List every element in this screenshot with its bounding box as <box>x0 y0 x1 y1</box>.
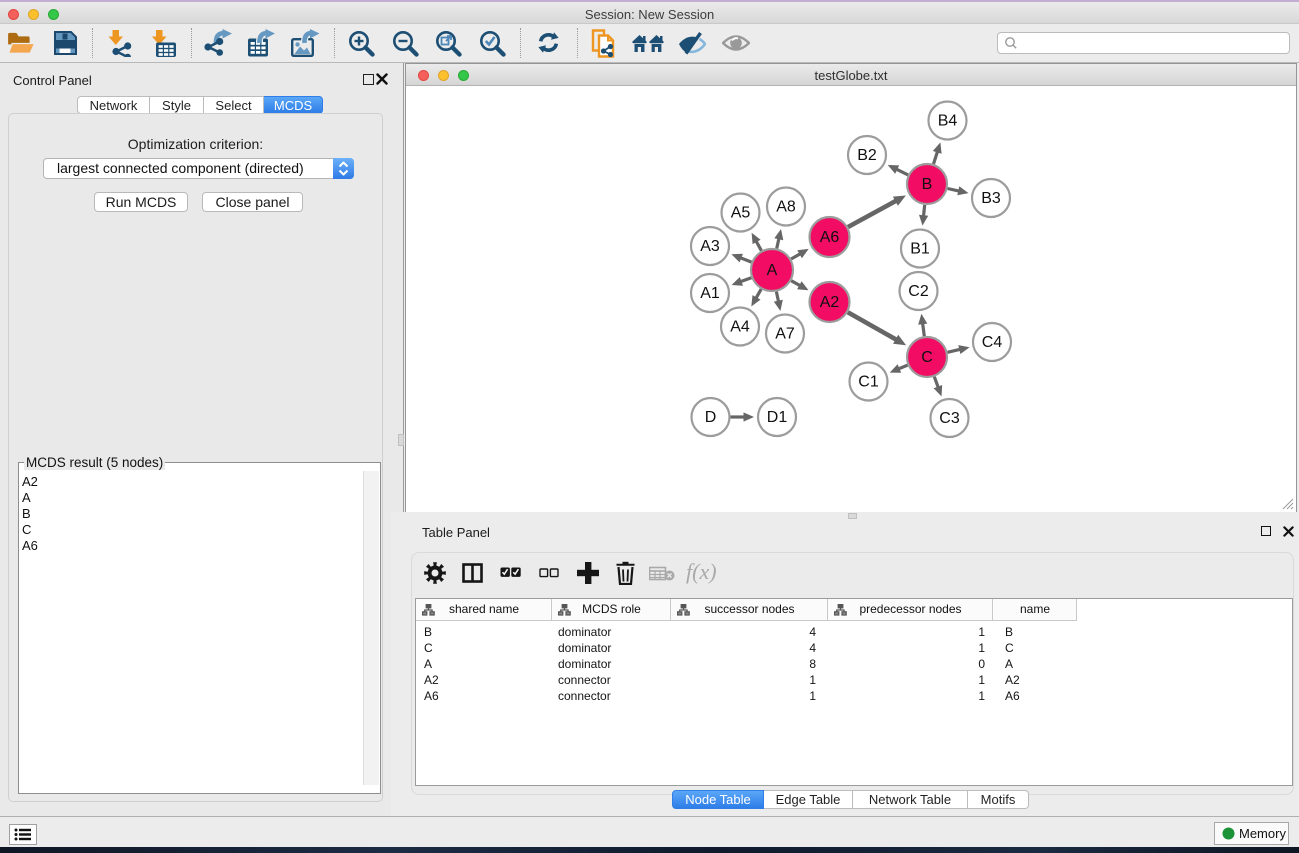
svg-text:A7: A7 <box>775 326 795 343</box>
svg-text:D: D <box>705 409 717 426</box>
svg-text:C: C <box>921 349 933 366</box>
svg-text:A8: A8 <box>776 199 796 216</box>
svg-text:B: B <box>922 176 933 193</box>
svg-text:A3: A3 <box>700 238 720 255</box>
svg-text:B1: B1 <box>910 241 930 258</box>
svg-text:C4: C4 <box>982 334 1003 351</box>
svg-text:C3: C3 <box>939 410 960 427</box>
svg-text:D1: D1 <box>767 409 788 426</box>
svg-text:C1: C1 <box>858 374 879 391</box>
svg-text:A6: A6 <box>820 229 840 246</box>
svg-text:B2: B2 <box>857 147 877 164</box>
svg-text:B4: B4 <box>938 113 958 130</box>
svg-text:A2: A2 <box>820 294 840 311</box>
svg-text:B3: B3 <box>981 190 1001 207</box>
svg-text:A4: A4 <box>730 319 750 336</box>
svg-text:C2: C2 <box>908 283 929 300</box>
svg-text:A1: A1 <box>700 285 720 302</box>
svg-text:A5: A5 <box>731 205 751 222</box>
svg-text:A: A <box>767 262 778 279</box>
